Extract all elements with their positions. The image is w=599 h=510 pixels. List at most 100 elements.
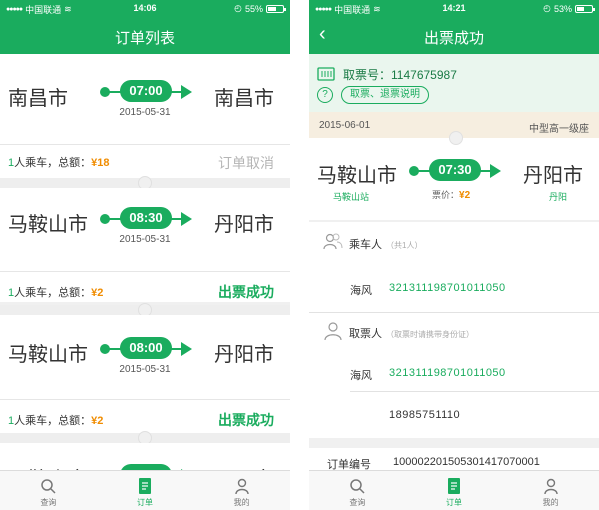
- order-card[interactable]: 南昌市 07:00 南昌市 2015-05-31 1人乘车，总额：¥18 订单取…: [0, 54, 290, 184]
- nav-bar: ‹ 出票成功: [309, 17, 599, 54]
- collector-row: 海风 321311198701011050: [309, 367, 599, 387]
- departure-date: 2015-05-31: [119, 364, 171, 375]
- tab-search[interactable]: 查询: [0, 471, 97, 510]
- summary-text: 人乘车，总额：: [14, 157, 92, 169]
- trip-card: 马鞍山市 马鞍山站 07:30 票价：¥2 丹阳市 丹阳: [309, 131, 599, 220]
- order-list-screen: ●●●●● 中国联通 ≋ 14:06 ◴ 55% 订单列表 南昌市 07:00 南昌市…: [0, 0, 290, 510]
- trip-date: 2015-06-01: [319, 120, 371, 131]
- tab-label: 订单: [445, 498, 462, 507]
- arrow-icon: [181, 85, 192, 99]
- from-station: 马鞍山站: [333, 192, 370, 202]
- help-icon: ?: [317, 87, 333, 103]
- tab-label: 查询: [40, 498, 57, 507]
- section-header: 取票人 （取票时请携带身份证）: [309, 315, 599, 345]
- arrow-icon: [181, 212, 192, 226]
- tab-orders[interactable]: 订单: [406, 471, 503, 510]
- tab-label: 我的: [233, 498, 250, 507]
- to-city: 丹阳市: [523, 165, 583, 187]
- price-value: ¥2: [459, 190, 471, 201]
- battery-icon: [266, 4, 286, 13]
- divider: [0, 399, 290, 400]
- to-city: 丹阳市: [214, 344, 274, 366]
- search-icon: [41, 479, 56, 494]
- ticket-help-link[interactable]: 取票、退票说明: [341, 86, 429, 104]
- tab-label: 订单: [136, 498, 153, 507]
- order-summary: 1人乘车，总额：¥2: [8, 412, 103, 428]
- departure-date: 2015-05-31: [119, 234, 171, 245]
- passengers-icon: [323, 233, 343, 250]
- tab-bar: 查询 订单 我的: [309, 470, 599, 510]
- collector-phone: 18985751110: [389, 409, 461, 421]
- tab-search[interactable]: 查询: [309, 471, 406, 510]
- collector-id: 321311198701011050: [389, 367, 506, 379]
- section-title: 乘车人: [349, 239, 382, 251]
- ticket-notch: [449, 131, 463, 145]
- document-icon: [138, 478, 151, 494]
- ticket-info-bar: 取票号：1147675987 ? 取票、退票说明: [309, 54, 599, 112]
- ticket-success-screen: ●●●●● 中国联通 ≋ 14:21 ◴ 53% ‹ 出票成功 取票号：1147675…: [309, 0, 599, 510]
- user-icon: [543, 478, 558, 495]
- collector-name: 海风: [350, 370, 372, 382]
- order-summary: 1人乘车，总额：¥18: [8, 154, 109, 170]
- departure-date: 2015-05-31: [119, 107, 171, 118]
- origin-dot: [100, 87, 110, 97]
- status-bar: ●●●●● 中国联通 ≋ 14:06 ◴ 55%: [0, 0, 290, 17]
- passenger-row: 海风 321311198701011050: [309, 282, 599, 302]
- divider: [0, 271, 290, 272]
- tab-bar: 查询 订单 我的: [0, 470, 290, 510]
- departure-time: 08:30: [120, 207, 172, 229]
- to-city: 丹阳市: [214, 214, 274, 236]
- alarm-icon: ◴: [234, 3, 242, 13]
- tab-label: 查询: [349, 498, 366, 507]
- ticket-number-label: 取票号：: [343, 68, 392, 82]
- origin-dot: [409, 166, 419, 176]
- status-bar: ●●●●● 中国联通 ≋ 14:21 ◴ 53%: [309, 0, 599, 17]
- battery-percent: 55%: [244, 3, 263, 14]
- battery-level: [268, 6, 276, 11]
- tab-orders[interactable]: 订单: [97, 471, 194, 510]
- battery-level: [577, 6, 585, 11]
- collector-section: 取票人 （取票时请携带身份证） 海风 321311198701011050 189…: [309, 313, 599, 438]
- search-icon: [350, 479, 365, 494]
- document-icon: [447, 478, 460, 494]
- order-status: 订单取消: [218, 155, 274, 171]
- tab-label: 我的: [542, 498, 559, 507]
- user-icon: [234, 478, 249, 495]
- summary-text: 人乘车，总额：: [14, 287, 92, 299]
- tab-profile[interactable]: 我的: [193, 471, 290, 510]
- passenger-section: 乘车人 （共1人） 海风 321311198701011050: [309, 222, 599, 312]
- order-number: 100002201505301417070001: [393, 456, 540, 468]
- departure-time: 08:00: [120, 337, 172, 359]
- battery-icon: [575, 4, 595, 13]
- route-indicator: 08:00: [100, 337, 192, 361]
- section-header: 乘车人 （共1人）: [309, 226, 599, 256]
- alarm-icon: ◴: [543, 3, 551, 13]
- collector-phone-row: 18985751110: [309, 409, 599, 429]
- order-status: 出票成功: [218, 412, 274, 428]
- to-station: 丹阳: [548, 192, 567, 202]
- route-indicator: 07:00: [100, 80, 192, 104]
- section-hint: （共1人）: [386, 241, 423, 250]
- page-title: 出票成功: [423, 30, 484, 47]
- route-indicator: 08:30: [100, 207, 192, 231]
- ticket-price: 票价：¥2: [432, 188, 470, 201]
- ticket-icon: [317, 67, 335, 81]
- departure-time: 07:00: [120, 80, 172, 102]
- divider: [0, 144, 290, 145]
- order-amount: ¥18: [91, 157, 110, 169]
- order-amount: ¥2: [91, 287, 104, 299]
- arrow-icon: [490, 164, 501, 178]
- order-status: 出票成功: [218, 284, 274, 300]
- order-card[interactable]: 马鞍山市 08:30 丹阳市 2015-05-31 1人乘车，总额：¥2 出票成…: [0, 188, 290, 302]
- page-title: 订单列表: [114, 30, 175, 47]
- order-card[interactable]: 马鞍山市 08:00 丹阳市 2015-05-31 1人乘车，总额：¥2 出票成…: [0, 315, 290, 433]
- passenger-id: 321311198701011050: [389, 282, 506, 294]
- ticket-number: 取票号：1147675987: [343, 66, 457, 83]
- origin-dot: [100, 214, 110, 224]
- tab-profile[interactable]: 我的: [502, 471, 599, 510]
- section-hint: （取票时请携带身份证）: [386, 330, 474, 339]
- section-title: 取票人: [349, 328, 382, 340]
- price-label: 票价：: [432, 190, 460, 200]
- order-number-row: 订单编号 100002201505301417070001: [309, 448, 599, 472]
- arrow-icon: [181, 342, 192, 356]
